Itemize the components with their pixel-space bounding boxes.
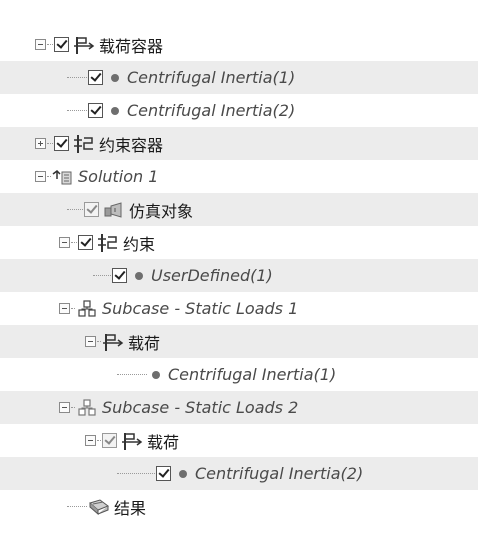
visibility-checkbox[interactable]: [54, 136, 69, 151]
tree-row-load-2[interactable]: 载荷: [0, 424, 478, 457]
tree-row-subcase-static-loads-1[interactable]: Subcase - Static Loads 1: [0, 292, 478, 325]
visibility-checkbox[interactable]: [156, 466, 171, 481]
tree-row-user-defined-1[interactable]: UserDefined(1): [0, 259, 478, 292]
constraint-icon: [97, 233, 119, 253]
tree-item-label: UserDefined(1): [151, 266, 273, 285]
bullet-icon: [111, 73, 119, 82]
visibility-checkbox[interactable]: [102, 433, 117, 448]
collapse-toggle-icon[interactable]: [35, 39, 46, 50]
tree-row-subcase-static-loads-2[interactable]: Subcase - Static Loads 2: [0, 391, 478, 424]
expand-toggle-icon[interactable]: [35, 138, 46, 149]
simulation-object-icon: [103, 200, 125, 220]
tree-row-load-1[interactable]: 载荷: [0, 325, 478, 358]
subcase-icon: [76, 299, 98, 319]
collapse-toggle-icon[interactable]: [59, 237, 70, 248]
visibility-checkbox[interactable]: [88, 70, 103, 85]
tree-row-centrifugal-inertia-2[interactable]: Centrifugal Inertia(2): [0, 94, 478, 127]
tree-row-centrifugal-inertia-1[interactable]: Centrifugal Inertia(1): [0, 61, 478, 94]
constraint-icon: [73, 134, 95, 154]
load-flag-icon: [73, 35, 95, 55]
collapse-toggle-icon[interactable]: [59, 303, 70, 314]
tree-row-constraint[interactable]: 约束: [0, 226, 478, 259]
tree-row-subcase2-centrifugal-inertia-2[interactable]: Centrifugal Inertia(2): [0, 457, 478, 490]
bullet-icon: [152, 370, 160, 379]
tree-item-label: Centrifugal Inertia(2): [127, 101, 296, 120]
collapse-toggle-icon[interactable]: [59, 402, 70, 413]
visibility-checkbox[interactable]: [84, 202, 99, 217]
tree-item-label: Solution 1: [78, 167, 159, 186]
bullet-icon: [111, 106, 119, 115]
tree-item-label: 载荷: [128, 333, 161, 353]
tree-item-label: 约束容器: [99, 135, 164, 155]
tree-item-label: Centrifugal Inertia(1): [168, 365, 337, 384]
results-icon: [88, 497, 110, 517]
load-flag-icon: [121, 431, 143, 451]
visibility-checkbox[interactable]: [78, 235, 93, 250]
tree-item-label: 约束: [123, 234, 156, 254]
visibility-checkbox[interactable]: [88, 103, 103, 118]
collapse-toggle-icon[interactable]: [35, 171, 46, 182]
tree-item-label: 载荷容器: [99, 36, 164, 56]
load-flag-icon: [102, 332, 124, 352]
solution-icon: [52, 167, 74, 187]
tree-row-subcase1-centrifugal-inertia-1[interactable]: Centrifugal Inertia(1): [0, 358, 478, 391]
tree-row-load-container[interactable]: 载荷容器: [0, 28, 478, 61]
tree-item-label: Subcase - Static Loads 1: [102, 299, 299, 318]
tree-item-label: Centrifugal Inertia(2): [195, 464, 364, 483]
tree-item-label: 载荷: [147, 432, 180, 452]
tree-row-solution-1[interactable]: Solution 1: [0, 160, 478, 193]
tree-row-constraint-container[interactable]: 约束容器: [0, 127, 478, 160]
collapse-toggle-icon[interactable]: [85, 435, 96, 446]
tree-row-simulation-object[interactable]: 仿真对象: [0, 193, 478, 226]
visibility-checkbox[interactable]: [54, 37, 69, 52]
tree-item-label: Centrifugal Inertia(1): [127, 68, 296, 87]
collapse-toggle-icon[interactable]: [85, 336, 96, 347]
bullet-icon: [135, 271, 143, 280]
visibility-checkbox[interactable]: [112, 268, 127, 283]
bullet-icon: [179, 469, 187, 478]
tree-item-label: 结果: [114, 498, 147, 518]
tree-item-label: 仿真对象: [129, 201, 194, 221]
tree-item-label: Subcase - Static Loads 2: [102, 398, 299, 417]
subcase-icon: [76, 398, 98, 418]
tree-row-results[interactable]: 结果: [0, 490, 478, 523]
